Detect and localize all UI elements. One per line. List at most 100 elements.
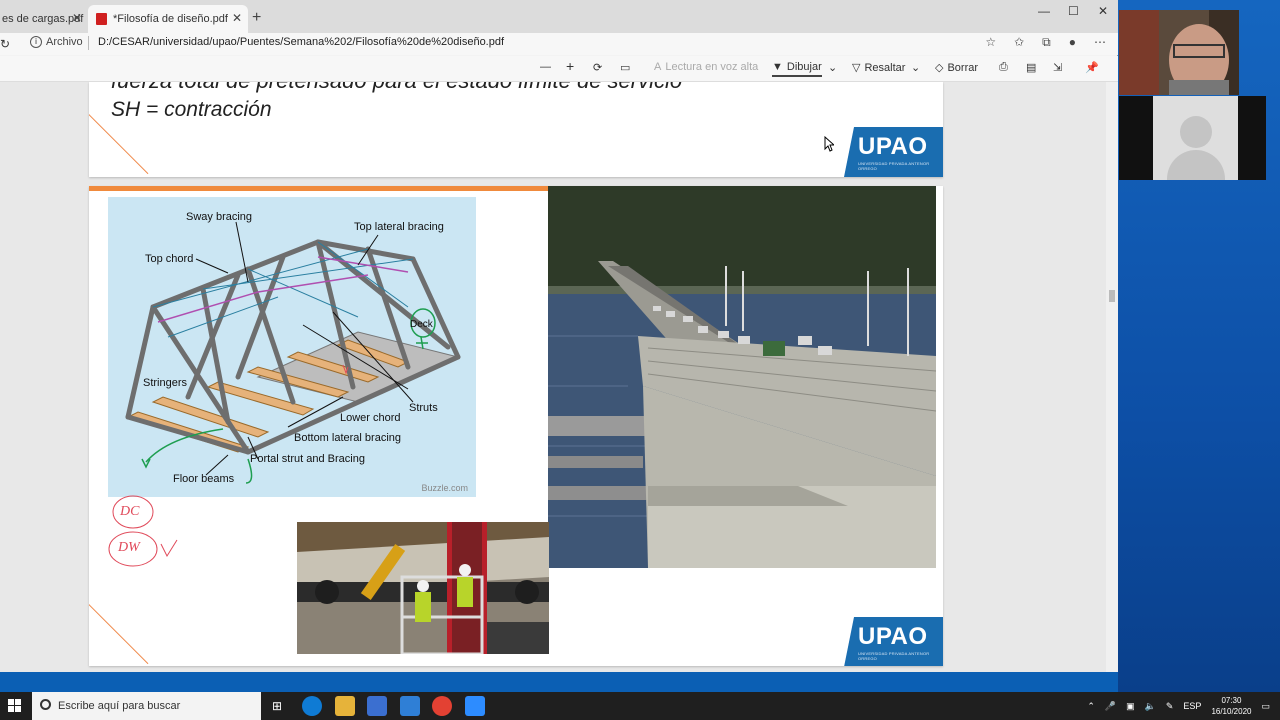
logo-text: UPAO xyxy=(858,133,928,160)
favorite-star-icon[interactable]: ☆ xyxy=(985,35,996,50)
tab-filosofia-pdf[interactable]: *Filosofía de diseño.pdf ✕ xyxy=(88,5,248,33)
network-icon[interactable]: ▣ xyxy=(1126,701,1135,712)
windows-start-icon[interactable] xyxy=(8,699,22,713)
chevron-down-icon[interactable]: ⌄ xyxy=(911,61,920,74)
url-field[interactable]: D:/CESAR/universidad/upao/Puentes/Semana… xyxy=(98,36,504,48)
pin-icon[interactable]: 📌 xyxy=(1085,61,1099,74)
participant-video xyxy=(1119,10,1239,95)
pen-icon: ▼ xyxy=(772,61,783,73)
draw-button[interactable]: ▼ Dibujar xyxy=(772,61,822,77)
truss-diagram: Sway bracing Top lateral bracing Top cho… xyxy=(108,197,476,497)
search-icon xyxy=(40,699,51,710)
zoom-out-button[interactable]: — xyxy=(540,61,551,73)
browser-window: es de cargas.pdf ✕ *Filosofía de diseño.… xyxy=(0,0,1118,672)
microphone-icon[interactable]: 🎤 xyxy=(1105,701,1116,712)
chrome-icon[interactable] xyxy=(432,696,452,716)
decorative-line xyxy=(89,604,149,665)
more-icon[interactable]: ⋯ xyxy=(1094,35,1106,50)
tab-bar: es de cargas.pdf ✕ *Filosofía de diseño.… xyxy=(0,0,1118,33)
slide-text-line: SH = contracción xyxy=(111,98,272,121)
label-floor-beams: Floor beams xyxy=(173,473,235,485)
info-icon[interactable]: i xyxy=(30,36,42,48)
label-lower-chord: Lower chord xyxy=(340,412,401,424)
print-icon[interactable]: ⎙ xyxy=(999,61,1008,74)
clock[interactable]: 07:30 16/10/2020 xyxy=(1211,695,1251,717)
slide-text-line: fuerza total de pretensado para el estad… xyxy=(111,82,682,94)
bridge-photo-drawing xyxy=(548,186,936,568)
rotate-icon[interactable]: ⟳ xyxy=(593,61,602,74)
decorative-line xyxy=(89,114,149,175)
address-actions: ☆ ✩ ⧉ ● ⋯ xyxy=(985,35,1106,50)
file-explorer-icon[interactable] xyxy=(335,696,355,716)
scrollbar[interactable] xyxy=(1106,82,1118,672)
decorative-bar xyxy=(89,186,548,191)
language-indicator[interactable]: ESP xyxy=(1183,701,1201,711)
label-deck: Deck xyxy=(410,319,433,330)
maximize-icon[interactable]: ☐ xyxy=(1068,4,1079,18)
erase-label: Borrar xyxy=(947,61,979,74)
notifications-icon[interactable]: ▭ xyxy=(1261,701,1270,712)
ink-dw: DW xyxy=(118,540,140,555)
image-credit: Buzzle.com xyxy=(421,483,468,493)
edge-icon[interactable] xyxy=(302,696,322,716)
profile-icon[interactable]: ● xyxy=(1069,35,1076,50)
truss-drawing xyxy=(125,221,461,484)
pdf-page: fuerza total de pretensado para el estad… xyxy=(89,82,943,177)
task-view-icon[interactable]: ⊞ xyxy=(272,699,282,713)
label-top-lateral-bracing: Top lateral bracing xyxy=(354,221,444,233)
floating-bridge-photo xyxy=(548,186,936,568)
collections-icon[interactable]: ⧉ xyxy=(1042,35,1051,50)
clock-time: 07:30 xyxy=(1221,696,1242,705)
fit-page-icon[interactable]: ▭ xyxy=(620,61,630,74)
system-tray: ⌃ 🎤 ▣ 🔈 ✎ ESP 07:30 16/10/2020 ▭ xyxy=(1087,692,1280,720)
minimize-icon[interactable]: — xyxy=(1038,4,1050,18)
label-sway-bracing: Sway bracing xyxy=(186,211,253,223)
close-window-icon[interactable]: ✕ xyxy=(1098,4,1108,18)
draw-label: Dibujar xyxy=(786,61,822,73)
avatar-head-icon xyxy=(1180,116,1212,148)
pdf-toolbar: — + ⟳ ▭ A Lectura en voz alta ▼ Dibujar … xyxy=(0,56,1118,82)
erase-button[interactable]: ◇ Borrar xyxy=(935,61,979,75)
highlight-button[interactable]: ▽ Resaltar xyxy=(852,61,905,75)
close-icon[interactable]: ✕ xyxy=(232,11,242,25)
upao-logo: UPAO UNIVERSIDAD PRIVADA ANTENOR ORREGO xyxy=(844,617,943,666)
refresh-icon[interactable]: ↻ xyxy=(0,37,10,51)
label-portal-strut: Portal strut and Bracing xyxy=(250,453,365,465)
label-bottom-lateral-bracing: Bottom lateral bracing xyxy=(294,432,401,444)
zoom-in-button[interactable]: + xyxy=(566,58,574,74)
new-tab-icon[interactable]: + xyxy=(252,9,261,27)
pdf-page: Sway bracing Top lateral bracing Top cho… xyxy=(89,186,943,666)
clock-date: 16/10/2020 xyxy=(1211,707,1252,716)
address-bar: ↻ i Archivo D:/CESAR/universidad/upao/Pu… xyxy=(0,33,1118,55)
participant-video-drawing xyxy=(1119,10,1239,95)
tab-label: *Filosofía de diseño.pdf xyxy=(113,13,228,25)
zoom-icon[interactable] xyxy=(465,696,485,716)
save-as-icon[interactable]: ⇲ xyxy=(1053,61,1062,74)
tab-cargas-pdf[interactable]: es de cargas.pdf ✕ xyxy=(0,5,88,33)
logo-subtext: UNIVERSIDAD PRIVADA ANTENOR ORREGO xyxy=(858,651,930,661)
volume-icon[interactable]: 🔈 xyxy=(1145,701,1156,712)
address-scheme-label: Archivo xyxy=(46,36,83,48)
pdf-viewer[interactable]: fuerza total de pretensado para el estad… xyxy=(0,82,1106,672)
close-icon[interactable]: ✕ xyxy=(72,11,82,25)
ink-dc: DC xyxy=(120,504,140,519)
pen-icon[interactable]: ✎ xyxy=(1166,701,1174,712)
scroll-thumb[interactable] xyxy=(1109,290,1115,302)
eraser-icon: ◇ xyxy=(935,62,944,74)
read-aloud-button[interactable]: A Lectura en voz alta xyxy=(654,61,758,73)
mouse-cursor-icon xyxy=(824,136,834,152)
taskbar-search[interactable]: Escribe aquí para buscar xyxy=(32,692,261,720)
store-icon[interactable] xyxy=(367,696,387,716)
pdf-icon xyxy=(96,13,107,25)
workers-photo-drawing xyxy=(297,522,549,654)
chevron-down-icon[interactable]: ⌄ xyxy=(828,61,837,74)
label-top-chord: Top chord xyxy=(145,253,194,265)
mail-icon[interactable] xyxy=(400,696,420,716)
logo-text: UPAO xyxy=(858,623,928,650)
favorites-icon[interactable]: ✩ xyxy=(1014,35,1024,50)
chevron-up-icon[interactable]: ⌃ xyxy=(1087,701,1095,712)
upao-logo: UPAO UNIVERSIDAD PRIVADA ANTENOR ORREGO xyxy=(844,127,943,177)
save-icon[interactable]: ▤ xyxy=(1026,61,1036,74)
avatar-body-icon xyxy=(1167,150,1225,180)
search-placeholder: Escribe aquí para buscar xyxy=(58,700,181,712)
